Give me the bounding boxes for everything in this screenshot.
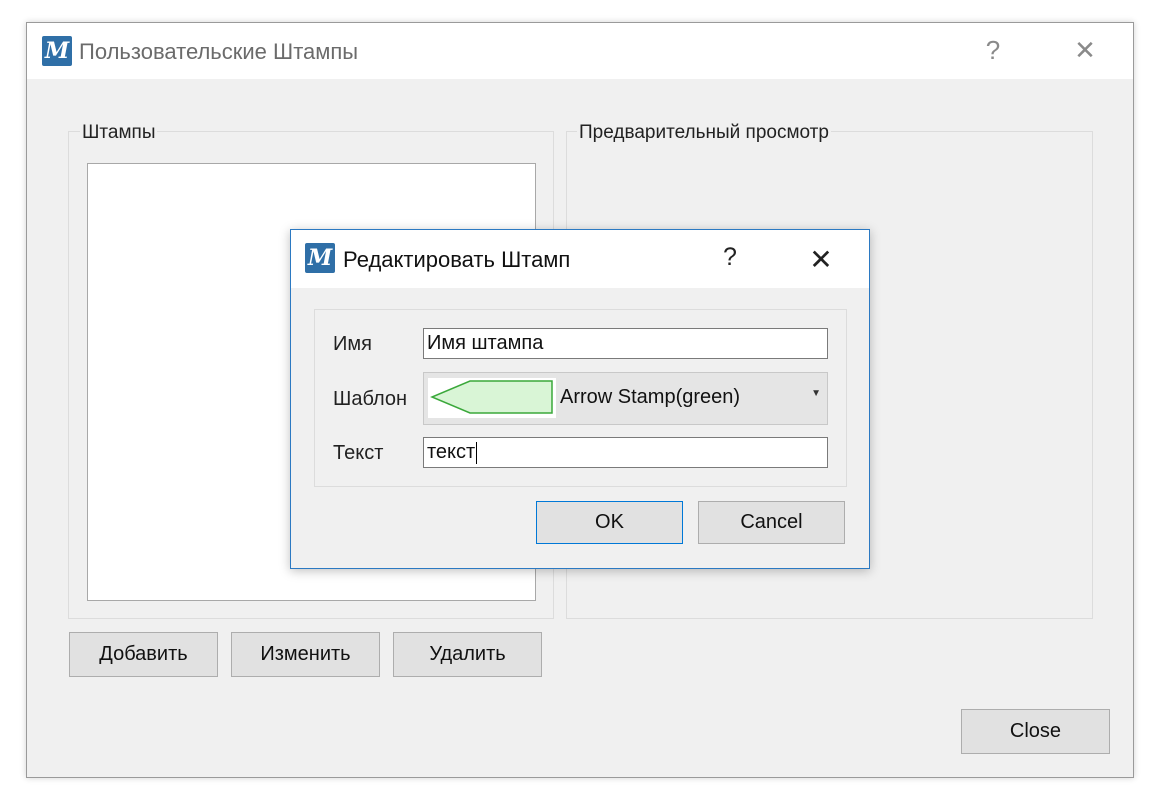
window-title: Пользовательские Штампы xyxy=(79,39,359,64)
preview-group-title: Предварительный просмотр xyxy=(577,122,831,144)
template-label: Шаблон xyxy=(333,388,408,410)
text-input[interactable]: текст xyxy=(423,437,828,468)
edit-stamp-dialog: M Редактировать Штамп ? ✕ Имя Имя штампа… xyxy=(290,229,870,569)
cancel-button[interactable]: Cancel xyxy=(698,501,845,544)
help-icon[interactable]: ? xyxy=(973,35,1013,66)
close-button[interactable]: Close xyxy=(961,709,1110,754)
text-label: Текст xyxy=(333,442,384,464)
dialog-titlebar: M Редактировать Штамп ? ✕ xyxy=(291,230,869,288)
stamps-group-title: Штампы xyxy=(80,122,158,144)
dialog-logo-icon: M xyxy=(305,243,335,273)
dialog-close-icon[interactable]: ✕ xyxy=(801,243,841,276)
template-value: Arrow Stamp(green) xyxy=(560,386,741,408)
chevron-down-icon[interactable]: ▼ xyxy=(811,388,821,399)
dialog-help-icon[interactable]: ? xyxy=(710,243,750,272)
edit-button[interactable]: Изменить xyxy=(231,632,380,677)
app-logo-icon: M xyxy=(42,36,72,66)
text-caret xyxy=(476,441,478,464)
close-icon[interactable]: ✕ xyxy=(1065,35,1105,66)
template-select[interactable]: Arrow Stamp(green) ▼ xyxy=(423,372,828,425)
name-input[interactable]: Имя штампа xyxy=(423,328,828,359)
delete-button[interactable]: Удалить xyxy=(393,632,542,677)
name-label: Имя xyxy=(333,333,372,355)
add-button[interactable]: Добавить xyxy=(69,632,218,677)
text-input-value: текст xyxy=(427,441,476,463)
arrow-stamp-preview-icon xyxy=(428,378,556,418)
dialog-title: Редактировать Штамп xyxy=(343,247,571,272)
main-titlebar: M Пользовательские Штампы ? ✕ xyxy=(27,23,1133,79)
ok-button[interactable]: OK xyxy=(536,501,683,544)
